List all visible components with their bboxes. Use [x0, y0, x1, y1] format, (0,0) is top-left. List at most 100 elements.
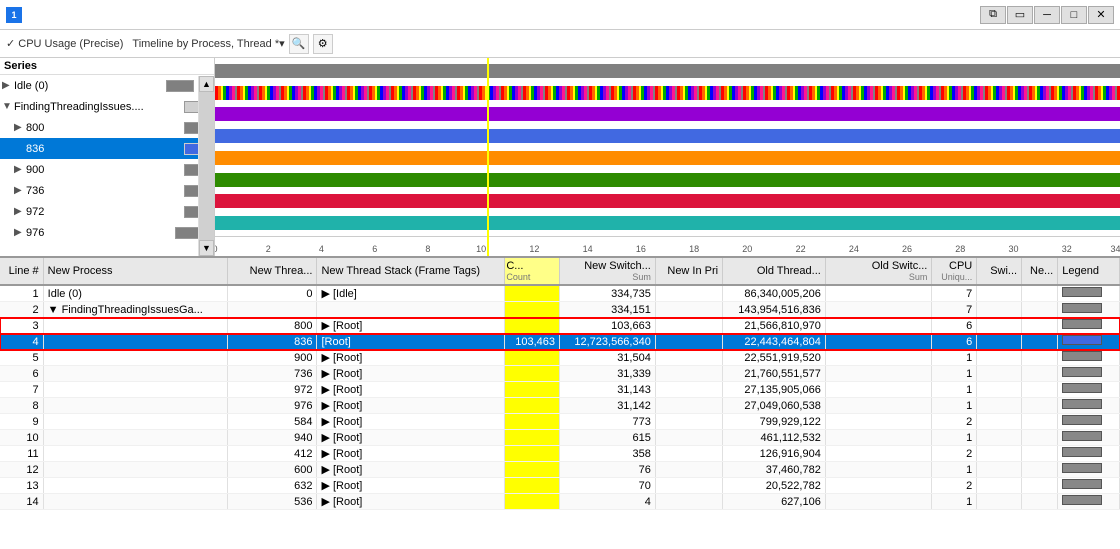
cell-newpri [655, 478, 722, 494]
table-row[interactable]: 3800▶ [Root]103,66321,566,810,9706 [0, 318, 1120, 334]
col-header-swi[interactable]: Swi... [977, 258, 1022, 285]
cell-stack: ▶ [Root] [317, 414, 505, 430]
col-header-stack[interactable]: New Thread Stack (Frame Tags) [317, 258, 505, 285]
expand-icon: ▶ [14, 206, 26, 217]
cell-oldswitch [825, 366, 932, 382]
bar-736 [215, 173, 1120, 187]
cell-thread: 632 [227, 478, 317, 494]
x-tick-12: 12 [529, 244, 539, 254]
restore-button[interactable]: ⧉ [980, 6, 1006, 24]
cell-c [505, 398, 560, 414]
table-row[interactable]: 1Idle (0)0▶ [Idle]334,73586,340,005,2067 [0, 285, 1120, 302]
series-item-finding[interactable]: ▼ FindingThreadingIssues.... [0, 96, 214, 117]
col-header-legend[interactable]: Legend [1058, 258, 1120, 285]
cell-stack: ▶ [Root] [317, 350, 505, 366]
cell-stack: ▶ [Root] [317, 446, 505, 462]
maximize-button[interactable]: □ [1061, 6, 1087, 24]
settings-button[interactable]: ⚙ [313, 34, 333, 54]
cell-oldthread: 461,112,532 [723, 430, 826, 446]
cell-stack: ▶ [Root] [317, 366, 505, 382]
col-header-oldthread[interactable]: Old Thread... [723, 258, 826, 285]
legend-swatch [1062, 383, 1102, 393]
x-tick-22: 22 [796, 244, 806, 254]
table-row[interactable]: 6736▶ [Root]31,33921,760,551,5771 [0, 366, 1120, 382]
cell-oldthread: 799,929,122 [723, 414, 826, 430]
cell-swi [977, 318, 1022, 334]
x-tick-34: 34 [1110, 244, 1120, 254]
series-item-736[interactable]: ▶ 736 [0, 180, 214, 201]
table-row[interactable]: 10940▶ [Root]615461,112,5321 [0, 430, 1120, 446]
series-item-900[interactable]: ▶ 900 [0, 159, 214, 180]
series-item-836[interactable]: 836 [0, 138, 214, 159]
table-row[interactable]: 8976▶ [Root]31,14227,049,060,5381 [0, 398, 1120, 414]
cell-process [43, 478, 227, 494]
data-table-container[interactable]: Line # New Process New Threa... New Thre… [0, 258, 1120, 549]
table-row[interactable]: 2▼ FindingThreadingIssuesGa...334,151143… [0, 302, 1120, 318]
bar-900 [215, 151, 1120, 165]
cell-cpu: 2 [932, 414, 977, 430]
minimize-button[interactable]: ─ [1034, 6, 1060, 24]
cell-swi [977, 334, 1022, 350]
chart-area[interactable]: 0 2 4 6 8 10 12 14 16 18 20 22 24 26 28 … [215, 58, 1120, 256]
col-header-process[interactable]: New Process [43, 258, 227, 285]
series-item-972[interactable]: ▶ 972 [0, 201, 214, 222]
cell-oldthread: 22,551,919,520 [723, 350, 826, 366]
bar-976 [215, 216, 1120, 230]
cell-line: 8 [0, 398, 43, 414]
cell-stack: ▶ [Root] [317, 430, 505, 446]
scroll-thumb[interactable] [199, 92, 214, 240]
col-header-line[interactable]: Line # [0, 258, 43, 285]
scroll-down-button[interactable]: ▼ [199, 240, 214, 256]
search-button[interactable]: 🔍 [289, 34, 309, 54]
cell-process: Idle (0) [43, 285, 227, 302]
series-sidebar: Series ▶ Idle (0) ▲ ▼ FindingThreadingIs… [0, 58, 215, 256]
legend-swatch [1062, 447, 1102, 457]
series-name: 976 [26, 227, 173, 239]
series-item-800[interactable]: ▶ 800 [0, 117, 214, 138]
cell-newpri [655, 285, 722, 302]
table-row[interactable]: 9584▶ [Root]773799,929,1222 [0, 414, 1120, 430]
col-header-newpri[interactable]: New In Pri [655, 258, 722, 285]
col-header-oldswitch[interactable]: Old Switc...Sum [825, 258, 932, 285]
toolbar: ✓ CPU Usage (Precise) Timeline by Proces… [0, 30, 1120, 58]
cell-count: 31,504 [560, 350, 656, 366]
col-header-thread[interactable]: New Threa... [227, 258, 317, 285]
table-row[interactable]: 12600▶ [Root]7637,460,7821 [0, 462, 1120, 478]
cell-ne [1022, 398, 1058, 414]
series-item-idle[interactable]: ▶ Idle (0) ▲ [0, 75, 214, 96]
col-header-count[interactable]: New Switch...Sum [560, 258, 656, 285]
cell-swi [977, 382, 1022, 398]
cell-line: 1 [0, 285, 43, 302]
table-row[interactable]: 4836[Root]103,46312,723,566,34022,443,46… [0, 334, 1120, 350]
table-row[interactable]: 13632▶ [Root]7020,522,7822 [0, 478, 1120, 494]
series-name: 736 [26, 185, 182, 197]
bar-row-836 [215, 125, 1120, 147]
table-row[interactable]: 11412▶ [Root]358126,916,9042 [0, 446, 1120, 462]
col-header-cpu[interactable]: CPUUniqu... [932, 258, 977, 285]
cell-newpri [655, 446, 722, 462]
cell-oldswitch [825, 478, 932, 494]
col-header-ne[interactable]: Ne... [1022, 258, 1058, 285]
cell-oldthread: 27,135,905,066 [723, 382, 826, 398]
cell-swi [977, 366, 1022, 382]
legend-swatch [1062, 415, 1102, 425]
cell-process [43, 382, 227, 398]
table-row[interactable]: 7972▶ [Root]31,14327,135,905,0661 [0, 382, 1120, 398]
table-row[interactable]: 5900▶ [Root]31,50422,551,919,5201 [0, 350, 1120, 366]
cell-legend [1058, 398, 1120, 414]
scroll-up-button[interactable]: ▲ [199, 76, 214, 92]
series-item-976[interactable]: ▶ 976 ▼ [0, 222, 214, 243]
cell-cpu: 2 [932, 446, 977, 462]
expand-icon: ▶ [2, 80, 14, 91]
table-row[interactable]: 14536▶ [Root]4627,1061 [0, 494, 1120, 510]
cell-c [505, 285, 560, 302]
yellow-line [487, 58, 489, 256]
bar-row-900 [215, 147, 1120, 169]
cell-process [43, 446, 227, 462]
col-header-c[interactable]: C...Count [505, 258, 560, 285]
series-scrollbar[interactable]: ▲ ▼ [198, 76, 214, 256]
cell-cpu: 1 [932, 366, 977, 382]
close-button[interactable]: ✕ [1088, 6, 1114, 24]
cell-cpu: 7 [932, 302, 977, 318]
tile-button[interactable]: ▭ [1007, 6, 1033, 24]
